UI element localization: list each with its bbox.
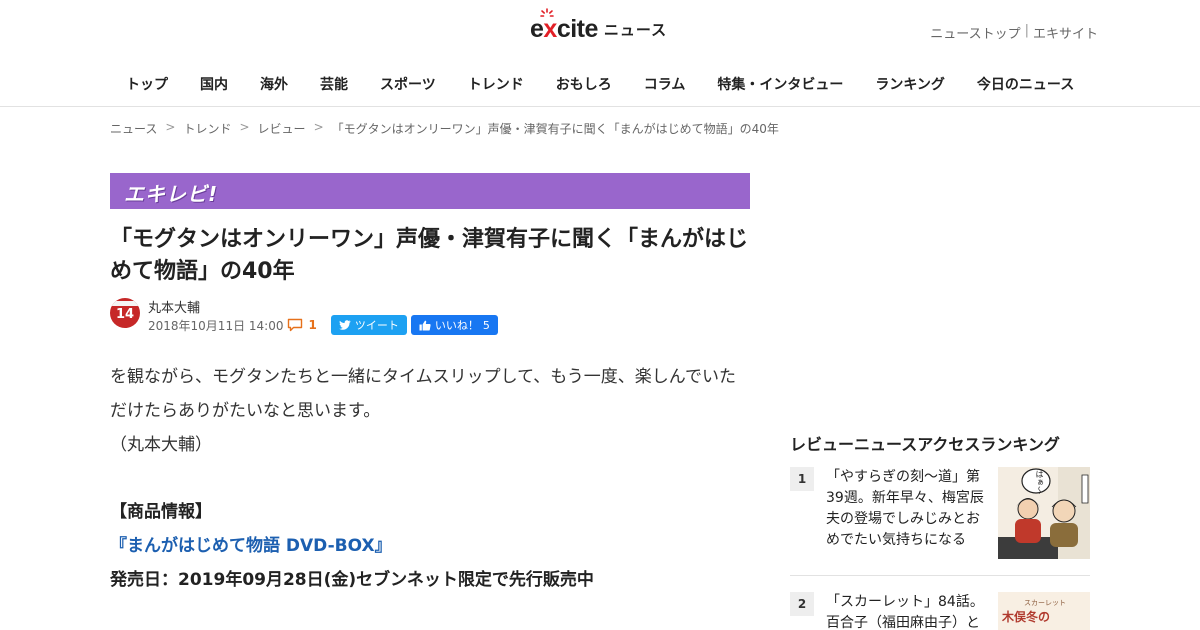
comment-count-link[interactable]: 1	[287, 318, 317, 332]
product-link[interactable]: 『まんがはじめて物語 DVD-BOX』	[110, 531, 392, 556]
rank-number: 2	[790, 592, 814, 616]
thumbs-up-icon	[419, 320, 431, 330]
nav-item-ranking[interactable]: ランキング	[859, 76, 961, 94]
site-header: excite ニュース ニューストップ | エキサイト トップ 国内 海外 芸能…	[0, 0, 1200, 107]
nav-item-domestic[interactable]: 国内	[184, 76, 244, 94]
ranking-divider	[790, 575, 1090, 576]
ranking-title: レビューニュースアクセスランキング	[790, 435, 1060, 454]
nav-item-feature[interactable]: 特集・インタビュー	[701, 76, 859, 94]
breadcrumb-trend[interactable]: トレンド	[183, 120, 231, 137]
nav-item-entertainment[interactable]: 芸能	[304, 76, 364, 94]
ranking-item[interactable]: 2 「スカーレット」84話。百合子（福田麻由子）と スカーレット 木俣冬の	[790, 592, 1090, 630]
excite-logo-text: excite	[530, 7, 598, 44]
nav-item-today[interactable]: 今日のニュース	[961, 76, 1090, 94]
ranking-thumbnail[interactable]: はぁ〜	[998, 467, 1090, 559]
article-date: 2018年10月11日 14:00	[148, 318, 284, 333]
like-count: 5	[482, 318, 490, 332]
link-separator: |	[1024, 23, 1029, 38]
avatar-number: 14	[115, 307, 135, 322]
comment-count: 1	[308, 318, 317, 332]
ranking-item-title[interactable]: 「スカーレット」84話。百合子（福田麻由子）と	[826, 592, 986, 630]
excite-news-logo[interactable]: excite ニュース	[530, 7, 668, 46]
global-nav: トップ 国内 海外 芸能 スポーツ トレンド おもしろ コラム 特集・インタビュ…	[110, 76, 1090, 94]
nav-item-overseas[interactable]: 海外	[244, 76, 304, 94]
product-heading: 【商品情報】	[110, 502, 212, 522]
news-top-link[interactable]: ニューストップ	[930, 23, 1020, 42]
breadcrumb-news[interactable]: ニュース	[110, 120, 157, 137]
nav-item-top[interactable]: トップ	[110, 76, 184, 94]
article-meta: 2018年10月11日 14:00 1 ツイート いいね！ 5	[148, 315, 498, 335]
body-signature: （丸本大輔）	[110, 435, 212, 455]
tweet-label: ツイート	[354, 319, 399, 332]
avatar-band	[110, 301, 140, 306]
article-title: 「モグタンはオンリーワン」声優・津賀有子に聞く「まんがはじめて物語」の40年	[110, 227, 749, 284]
banner-label: エキレビ!	[124, 182, 219, 206]
header-top-links: ニューストップ | エキサイト	[930, 23, 1098, 42]
ranking-thumbnail[interactable]: スカーレット 木俣冬の	[998, 592, 1090, 630]
breadcrumb-arrow: >	[313, 120, 324, 134]
thumbnail-speech-bubble: はぁ〜	[1035, 470, 1044, 494]
author-name[interactable]: 丸本大輔	[148, 297, 200, 316]
like-label: いいね！	[434, 319, 479, 332]
article-body: を観ながら、モグタンたちと一緒にタイムスリップして、もう一度、楽しんでいただけた…	[110, 360, 750, 462]
breadcrumb-current: 「モグタンはオンリーワン」声優・津賀有子に聞く「まんがはじめて物語」の40年	[331, 122, 779, 136]
nav-item-sports[interactable]: スポーツ	[364, 76, 452, 94]
logo-news-text: ニュース	[603, 20, 668, 39]
ranking-item[interactable]: 1 「やすらぎの刻～道」第39週。新年早々、梅宮辰夫の登場でしみじみとおめでたい…	[790, 467, 1090, 559]
breadcrumb-review[interactable]: レビュー	[258, 120, 306, 137]
release-date: 発売日：2019年09月28日(金)セブンネット限定で先行販売中	[110, 570, 594, 590]
body-paragraph: を観ながら、モグタンたちと一緒にタイムスリップして、もう一度、楽しんでいただけた…	[110, 367, 736, 421]
thumbnail-title: 木俣冬の	[1002, 610, 1051, 624]
breadcrumb-arrow: >	[165, 120, 176, 134]
breadcrumb-arrow: >	[239, 120, 250, 134]
excite-link[interactable]: エキサイト	[1033, 23, 1098, 42]
thumbnail-caption: スカーレット	[1024, 599, 1066, 607]
author-avatar[interactable]: 14	[110, 298, 140, 328]
ranking-item-title[interactable]: 「やすらぎの刻～道」第39週。新年早々、梅宮辰夫の登場でしみじみとおめでたい気持…	[826, 467, 986, 551]
breadcrumb: ニュース > トレンド > レビュー > 「モグタンはオンリーワン」声優・津賀有…	[110, 120, 779, 137]
logo-burst-icon	[540, 7, 554, 17]
nav-item-column[interactable]: コラム	[628, 76, 702, 94]
rank-number: 1	[790, 467, 814, 491]
nav-item-trend[interactable]: トレンド	[452, 76, 540, 94]
manga-illustration-thumbnail	[998, 467, 1090, 559]
like-button[interactable]: いいね！ 5	[410, 315, 498, 335]
tweet-button[interactable]: ツイート	[330, 315, 407, 335]
twitter-bird-icon	[339, 320, 351, 330]
excireview-banner[interactable]: エキレビ!	[110, 173, 750, 209]
nav-item-funny[interactable]: おもしろ	[540, 76, 628, 94]
comment-icon	[288, 318, 303, 332]
